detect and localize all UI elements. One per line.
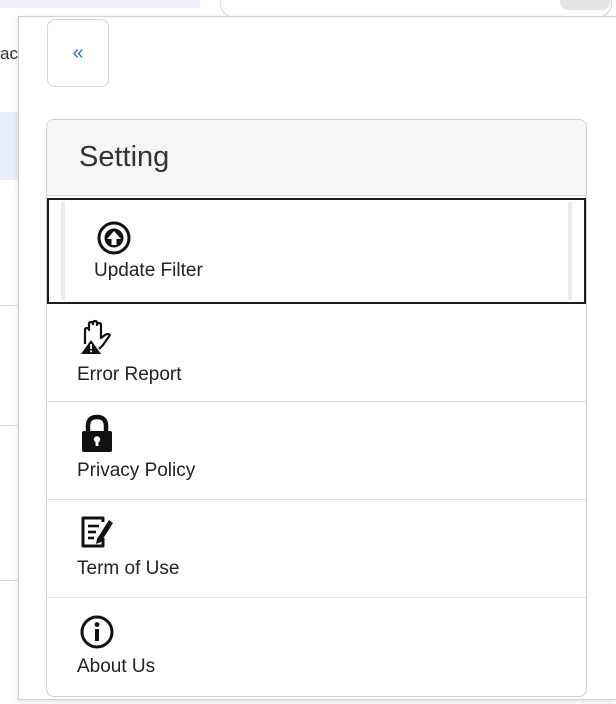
hand-warning-icon	[81, 319, 112, 354]
background-search-button	[560, 0, 610, 10]
menu-item-privacy-policy[interactable]: Privacy Policy	[47, 402, 586, 500]
menu-item-label: Privacy Policy	[77, 460, 196, 481]
background-tab	[0, 0, 200, 8]
settings-panel: « Setting Update Filter Error Report Pri…	[18, 16, 616, 700]
menu-item-label: About Us	[77, 656, 156, 677]
double-chevron-left-icon: «	[72, 41, 84, 64]
settings-card: Setting Update Filter Error Report Priva…	[46, 119, 587, 697]
settings-title: Setting	[47, 120, 586, 196]
menu-item-about-us[interactable]: About Us	[47, 598, 586, 696]
document-edit-icon	[81, 516, 113, 548]
upload-circle-icon	[97, 221, 131, 255]
menu-item-update-filter[interactable]: Update Filter	[47, 198, 586, 304]
menu-item-label: Update Filter	[94, 260, 203, 281]
active-shade	[61, 202, 572, 300]
menu-item-error-report[interactable]: Error Report	[47, 304, 586, 402]
menu-item-label: Error Report	[77, 364, 182, 385]
info-circle-icon	[80, 615, 114, 649]
lock-icon	[82, 414, 112, 452]
menu-item-term-of-use[interactable]: Term of Use	[47, 500, 586, 598]
menu-item-label: Term of Use	[77, 558, 180, 579]
background-text: ac	[0, 44, 18, 63]
collapse-panel-button[interactable]: «	[47, 19, 109, 87]
